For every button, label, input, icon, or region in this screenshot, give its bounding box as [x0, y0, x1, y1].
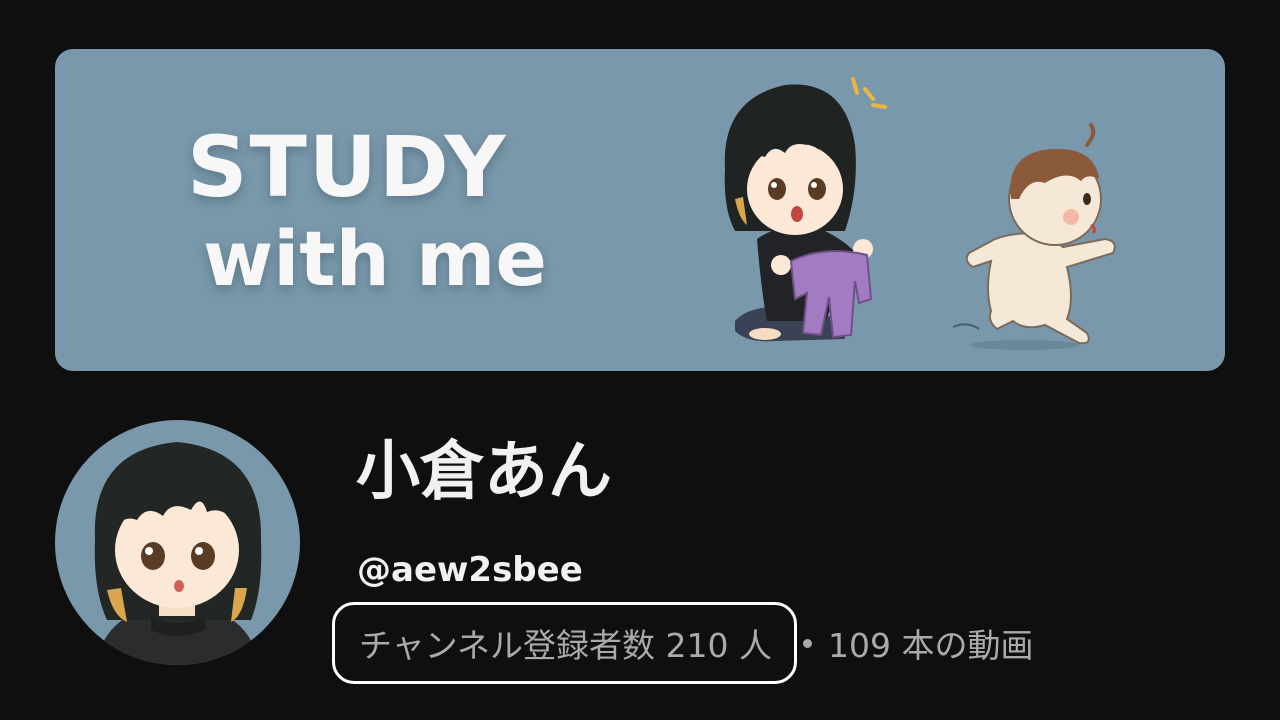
channel-handle: @aew2sbee	[357, 550, 583, 590]
channel-banner: STUDY with me	[55, 49, 1225, 371]
subscriber-count: チャンネル登録者数 210 人	[332, 602, 797, 684]
avatar-illustration-icon	[94, 442, 262, 665]
channel-name: 小倉あん	[356, 435, 612, 509]
banner-title-line1: STUDY	[187, 118, 508, 216]
video-count: 109 本の動画	[827, 626, 1034, 665]
channel-header-page: STUDY with me 小倉あん @aew2sbee チャンネル登録者数 2…	[0, 0, 1280, 720]
channel-meta-row: チャンネル登録者数 210 人 109 本の動画	[332, 602, 1033, 684]
banner-illustration	[724, 77, 1116, 350]
dot-separator-icon	[802, 638, 812, 648]
channel-avatar[interactable]	[55, 420, 300, 665]
banner-title-line2: with me	[203, 214, 547, 303]
